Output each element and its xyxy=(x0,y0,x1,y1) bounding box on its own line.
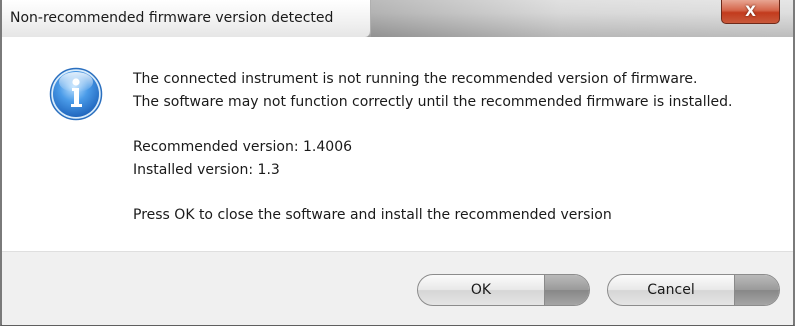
ok-button-cap xyxy=(544,275,589,305)
dialog-window: Non-recommended firmware version detecte… xyxy=(0,0,795,326)
ok-button-label: OK xyxy=(470,282,492,298)
title-tab: Non-recommended firmware version detecte… xyxy=(2,0,371,37)
message-line-1: The connected instrument is not running … xyxy=(133,71,698,87)
window-title: Non-recommended firmware version detecte… xyxy=(10,10,334,26)
message-area: The connected instrument is not running … xyxy=(2,37,793,251)
button-bar: OK Cancel xyxy=(2,251,793,325)
info-icon xyxy=(49,67,103,121)
cancel-button[interactable]: Cancel xyxy=(607,274,780,306)
message-line-2: The software may not function correctly … xyxy=(133,94,733,110)
title-bar[interactable]: Non-recommended firmware version detecte… xyxy=(2,0,793,37)
recommended-version: Recommended version: 1.4006 xyxy=(133,139,353,155)
close-button[interactable]: X xyxy=(721,0,780,24)
installed-version: Installed version: 1.3 xyxy=(133,162,280,178)
close-icon: X xyxy=(745,3,756,20)
instruction-text: Press OK to close the software and insta… xyxy=(133,207,612,223)
cancel-button-cap xyxy=(734,275,779,305)
cancel-button-label: Cancel xyxy=(647,282,695,298)
ok-button[interactable]: OK xyxy=(417,274,590,306)
